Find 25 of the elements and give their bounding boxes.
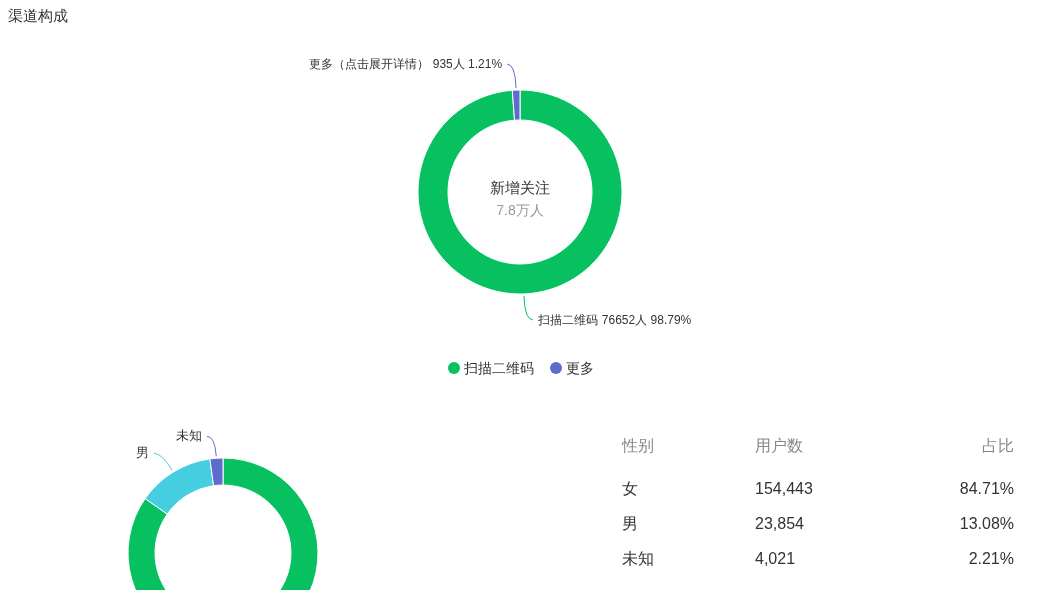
- table-cell: 23,854: [755, 514, 804, 532]
- table-cell: 154,443: [755, 479, 813, 497]
- table-cell: 84.71%: [959, 479, 1014, 497]
- section-title: 渠道构成: [7, 6, 69, 26]
- table-cell: 13.08%: [959, 514, 1014, 532]
- slice-label: 更多（点击展开详情） 935人 1.21%: [308, 57, 503, 72]
- column-header: 用户数: [755, 436, 803, 454]
- legend-label[interactable]: 扫描二维码: [463, 357, 534, 379]
- slice-label: 未知: [175, 428, 202, 444]
- table-cell: 未知: [622, 549, 654, 567]
- leader-line: [153, 452, 173, 471]
- column-header: 性别: [622, 436, 654, 454]
- table-cell: 4,021: [755, 549, 796, 567]
- slice-label: 男: [135, 445, 149, 461]
- leader-line: [523, 295, 534, 321]
- leader-line: [206, 435, 217, 457]
- center-value: 7.8万人: [496, 202, 544, 218]
- legend-label[interactable]: 更多: [565, 357, 594, 379]
- table-cell: 男: [622, 514, 638, 532]
- table-cell: 2.21%: [968, 549, 1014, 567]
- column-header: 占比: [982, 436, 1014, 454]
- slice-label: 扫描二维码 76652人 98.79%: [537, 312, 692, 327]
- center-title: 新增关注: [490, 179, 550, 196]
- table-cell: 女: [622, 479, 638, 497]
- leader-line: [506, 63, 517, 89]
